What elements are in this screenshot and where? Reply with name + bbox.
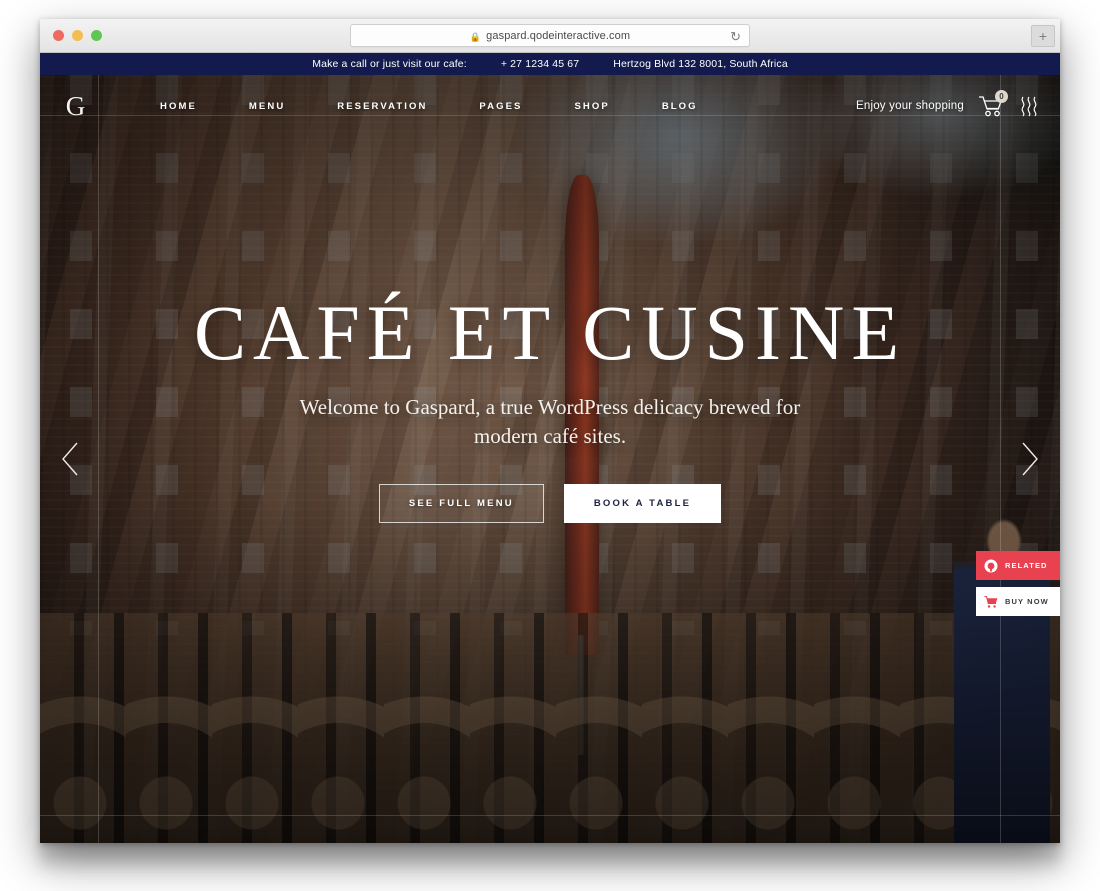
hero-cta-group: SEE FULL MENU BOOK A TABLE	[378, 484, 722, 524]
lock-icon: 🔒	[469, 31, 482, 42]
shopping-label: Enjoy your shopping	[855, 100, 964, 112]
url-text: gaspard.qodeinteractive.com	[486, 29, 631, 42]
see-full-menu-button[interactable]: SEE FULL MENU	[378, 484, 544, 524]
nav-right-group: Enjoy your shopping 0	[855, 90, 1060, 118]
circle-target-icon	[984, 559, 998, 572]
nav-item-shop[interactable]: SHOP	[548, 101, 635, 112]
slider-next-arrow[interactable]	[1014, 437, 1044, 481]
chevron-left-icon	[62, 442, 78, 476]
related-widget-label: RELATED	[1005, 561, 1048, 570]
browser-title-bar: 🔒 gaspard.qodeinteractive.com ↻ +	[40, 19, 1060, 53]
address-bar[interactable]: 🔒 gaspard.qodeinteractive.com ↻	[350, 24, 750, 47]
nav-item-home[interactable]: HOME	[134, 101, 223, 112]
slider-prev-arrow[interactable]	[56, 437, 86, 481]
cart-icon	[984, 595, 998, 608]
buy-now-widget-button[interactable]: BUY NOW	[976, 587, 1060, 616]
nav-item-pages[interactable]: PAGES	[453, 101, 548, 112]
url-text-wrapper: 🔒 gaspard.qodeinteractive.com	[470, 30, 630, 42]
window-drop-shadow	[40, 843, 1060, 873]
page-viewport: Make a call or just visit our cafe: + 27…	[40, 53, 1060, 843]
site-logo[interactable]: G	[40, 92, 112, 120]
steam-lines-icon	[1021, 96, 1037, 117]
browser-window: 🔒 gaspard.qodeinteractive.com ↻ + Make a …	[40, 19, 1060, 843]
reload-icon[interactable]: ↻	[730, 29, 741, 44]
floating-widgets: RELATED BUY NOW	[976, 551, 1060, 616]
cart-count-badge: 0	[995, 90, 1008, 103]
window-controls	[53, 30, 102, 41]
top-info-bar: Make a call or just visit our cafe: + 27…	[40, 53, 1060, 75]
new-tab-button[interactable]: +	[1031, 25, 1055, 47]
nav-menu: HOME MENU RESERVATION PAGES SHOP BLOG	[134, 101, 724, 112]
close-window-button[interactable]	[53, 30, 64, 41]
maximize-window-button[interactable]	[91, 30, 102, 41]
cart-widget[interactable]: 0	[978, 90, 1008, 118]
nav-item-menu[interactable]: MENU	[223, 101, 311, 112]
buy-now-widget-label: BUY NOW	[1005, 597, 1049, 606]
hero-slider: CAFÉ ET CUSINE Welcome to Gaspard, a tru…	[40, 75, 1060, 843]
related-widget-button[interactable]: RELATED	[976, 551, 1060, 580]
chevron-right-icon	[1022, 442, 1038, 476]
hero-content: CAFÉ ET CUSINE Welcome to Gaspard, a tru…	[40, 75, 1060, 843]
minimize-window-button[interactable]	[72, 30, 83, 41]
hero-title: CAFÉ ET CUSINE	[194, 289, 906, 376]
main-navigation: G HOME MENU RESERVATION PAGES SHOP BLOG …	[40, 75, 1060, 137]
top-bar-tagline: Make a call or just visit our cafe:	[312, 58, 467, 70]
top-bar-phone[interactable]: + 27 1234 45 67	[501, 58, 579, 70]
book-a-table-button[interactable]: BOOK A TABLE	[563, 484, 722, 524]
hero-subtitle: Welcome to Gaspard, a true WordPress del…	[299, 395, 801, 448]
nav-item-blog[interactable]: BLOG	[636, 101, 724, 112]
steam-lines-menu-icon[interactable]	[1018, 94, 1040, 118]
top-bar-address: Hertzog Blvd 132 8001, South Africa	[613, 58, 788, 70]
nav-item-reservation[interactable]: RESERVATION	[311, 101, 453, 112]
